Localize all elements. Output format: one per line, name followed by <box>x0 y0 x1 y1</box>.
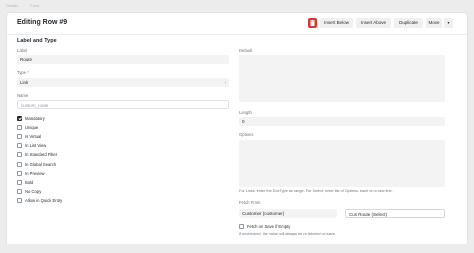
type-field-label: Type * <box>17 70 29 75</box>
checkbox-label: Unique <box>25 125 39 131</box>
edit-row-panel: Editing Row #9 Insert Below Insert Above… <box>6 12 468 253</box>
checkbox-label: Is Virtual <box>25 134 42 140</box>
section-title: Label and Type <box>17 38 57 44</box>
checkbox-label: In Standard Filter <box>25 152 58 158</box>
move-button[interactable]: Move <box>426 18 442 28</box>
checkbox[interactable] <box>17 179 22 185</box>
options-field-label: Options <box>239 132 254 137</box>
checkbox[interactable] <box>17 116 22 121</box>
chevron-updown-icon: ↕ <box>224 80 226 85</box>
default-field-label: Default <box>239 48 253 53</box>
fetch-on-save-checkbox[interactable] <box>239 224 244 229</box>
panel-header: Editing Row #9 Insert Below Insert Above… <box>7 13 467 35</box>
label-input[interactable]: Route <box>17 55 229 64</box>
checkbox-label: No Copy <box>25 188 42 194</box>
name-field-label: Name <box>17 93 29 98</box>
chevron-down-icon: ▾ <box>447 20 450 25</box>
checkbox-label: Mandatory <box>25 116 45 121</box>
collapse-button[interactable]: ▾ <box>444 18 453 28</box>
breadcrumb-details[interactable]: Details <box>6 3 18 8</box>
options-hint: For Links, enter the DocType as range. F… <box>239 189 393 193</box>
insert-below-button[interactable]: Insert Below <box>320 18 353 28</box>
top-bar: Details Form <box>0 0 474 12</box>
checkbox[interactable] <box>17 125 22 131</box>
trash-icon <box>310 20 315 26</box>
checkbox[interactable] <box>17 143 22 149</box>
checkbox-label: In List View <box>25 143 47 149</box>
fetch-from-input[interactable]: Customer (customer) <box>239 209 337 218</box>
delete-button[interactable] <box>308 18 317 28</box>
footer-strip <box>0 244 474 253</box>
type-select[interactable]: Link ↕ <box>17 78 229 87</box>
checkbox-label: In Global Search <box>25 161 57 167</box>
fetch-on-save-label: Fetch on Save if Empty <box>247 224 291 229</box>
label-field-label: Label <box>17 48 28 53</box>
options-textarea[interactable] <box>239 140 445 187</box>
duplicate-button[interactable]: Duplicate <box>394 18 423 28</box>
length-field-label: Length <box>239 110 252 115</box>
checkbox[interactable] <box>17 170 22 176</box>
checkbox[interactable] <box>17 161 22 167</box>
fetch-from-label: Fetch From <box>239 200 261 205</box>
name-input[interactable]: custom_route <box>17 100 229 109</box>
checkbox[interactable] <box>17 188 22 194</box>
checkbox[interactable] <box>17 197 22 203</box>
checkbox-label: Bold <box>25 179 34 185</box>
breadcrumb-form[interactable]: Form <box>30 3 39 8</box>
checkbox-label: Allow in Quick Entry <box>25 197 63 203</box>
page-title: Editing Row #9 <box>17 19 68 26</box>
checkbox-label: In Preview <box>25 170 45 176</box>
checkbox[interactable] <box>17 152 22 158</box>
fetch-on-save-hint: If unchecked, the value will always be r… <box>239 232 336 236</box>
default-textarea[interactable] <box>239 55 445 102</box>
checkbox[interactable] <box>17 134 22 140</box>
fetch-from-select[interactable]: Cus Route (Select) <box>345 209 445 218</box>
insert-above-button[interactable]: Insert Above <box>356 18 391 28</box>
length-input[interactable]: 0 <box>239 117 445 126</box>
